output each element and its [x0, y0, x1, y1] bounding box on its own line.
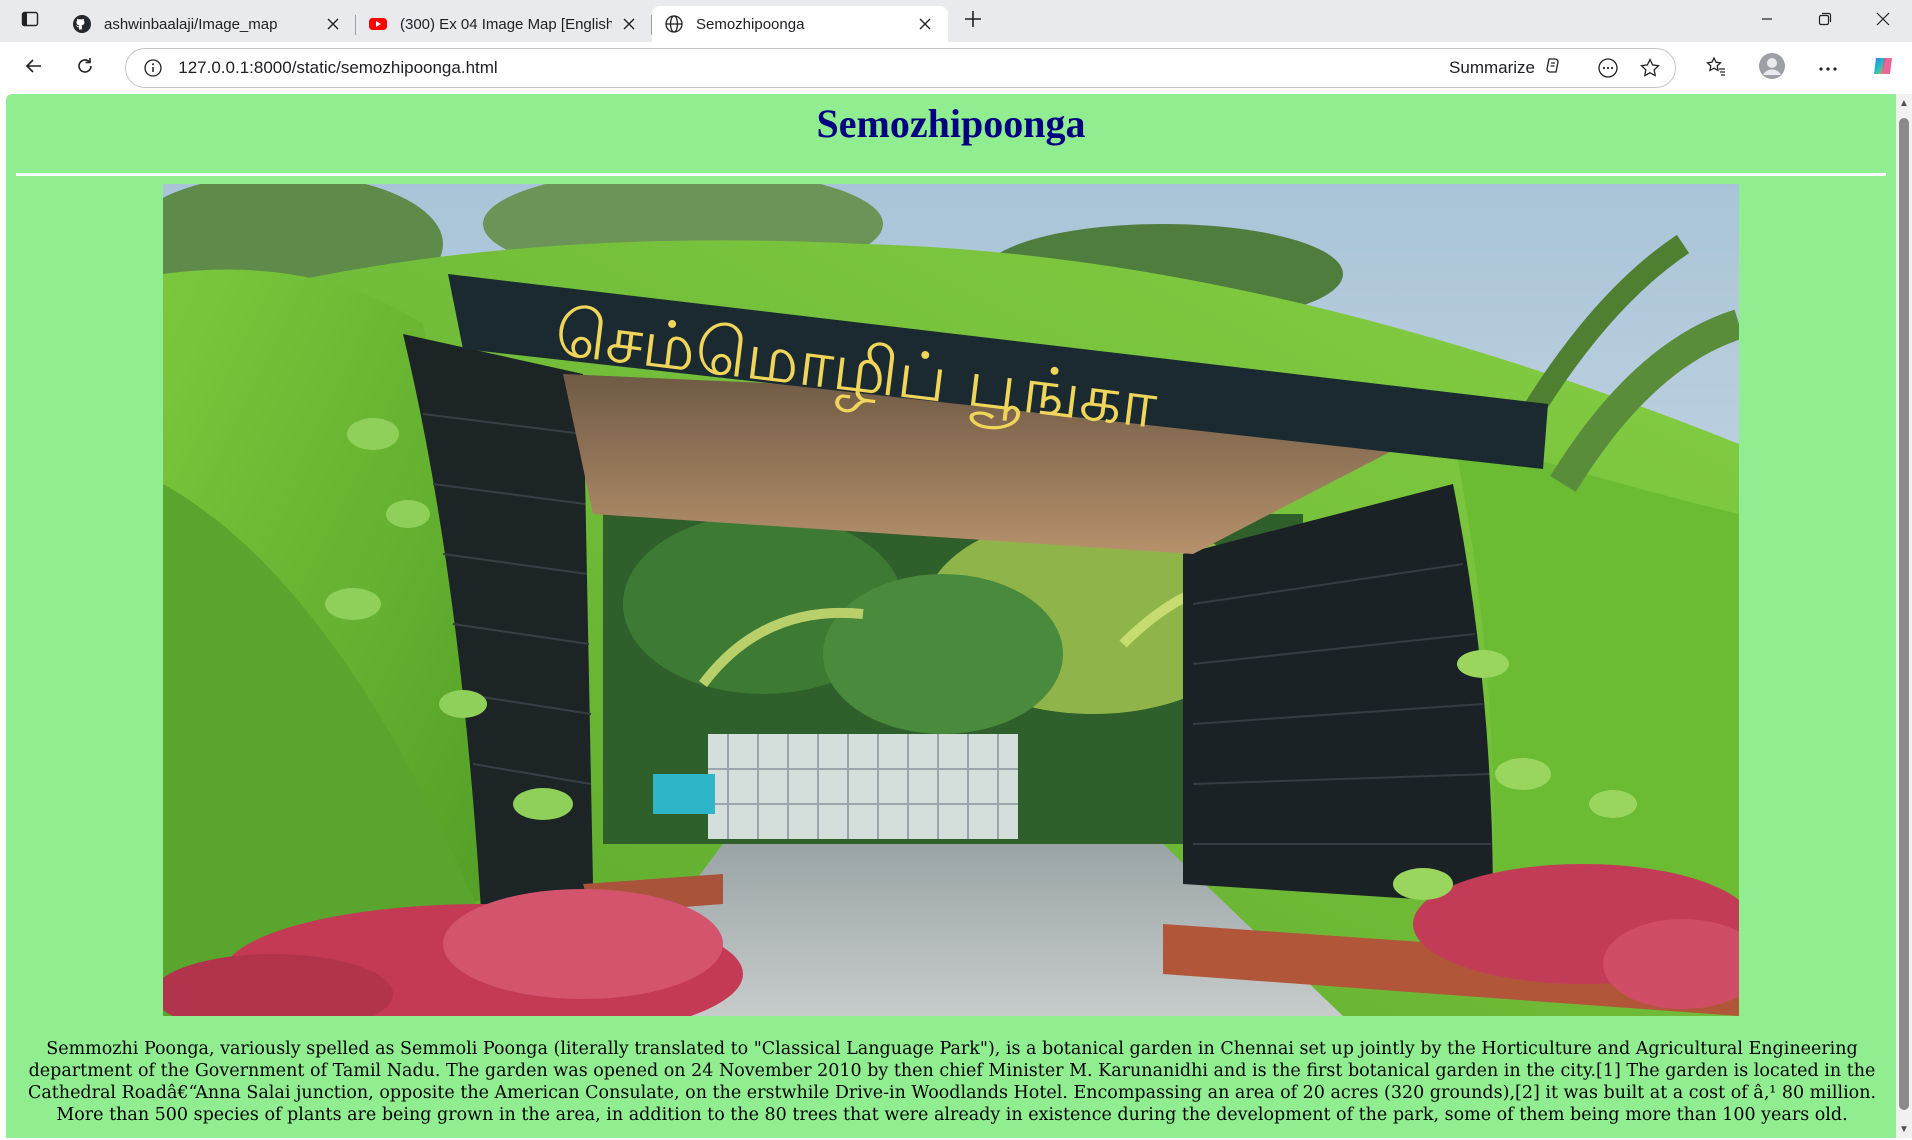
restore-button[interactable]: [1796, 0, 1854, 42]
avatar: [1758, 52, 1786, 85]
close-window-button[interactable]: [1854, 0, 1912, 42]
new-tab-button[interactable]: [948, 0, 998, 42]
minimize-button[interactable]: [1738, 0, 1796, 42]
plus-icon: [964, 10, 982, 33]
tab-strip: ashwinbaalaji/Image_map (300) Ex 04 Imag…: [0, 0, 1912, 42]
tab-actions-button[interactable]: [0, 0, 60, 42]
profile-button[interactable]: [1744, 46, 1800, 90]
back-arrow-icon: [24, 56, 44, 81]
close-tab-icon[interactable]: [914, 13, 936, 35]
close-tab-icon[interactable]: [618, 13, 640, 35]
ellipsis-icon: [1818, 59, 1838, 77]
close-icon: [1876, 12, 1890, 31]
more-tools-circle-icon[interactable]: [1593, 53, 1623, 83]
copilot-icon: [1870, 52, 1898, 85]
globe-icon: [664, 14, 684, 34]
site-info-icon[interactable]: [142, 57, 164, 79]
settings-more-button[interactable]: [1800, 46, 1856, 90]
youtube-icon: [368, 14, 388, 34]
right-toolbar: [1688, 46, 1912, 90]
garden-entrance-photo[interactable]: செம்மொழிப் பூங்கா: [163, 184, 1739, 1016]
sidebar-toggle-icon: [20, 9, 40, 34]
close-tab-icon[interactable]: [322, 13, 344, 35]
summarize-label: Summarize: [1449, 58, 1536, 77]
scroll-up-icon[interactable]: ▲: [1896, 94, 1912, 112]
github-icon: [72, 14, 92, 34]
favorites-button[interactable]: [1688, 46, 1744, 90]
page-viewport: Semozhipoonga செம்மொழிப் பூங்கா Semmozhi…: [6, 94, 1896, 1138]
page-title: Semozhipoonga: [816, 101, 1086, 146]
restore-icon: [1818, 12, 1832, 31]
browser-toolbar: 127.0.0.1:8000/static/semozhipoonga.html…: [0, 42, 1912, 94]
description-paragraph: Semmozhi Poonga, variously spelled as Se…: [27, 1039, 1877, 1125]
address-bar[interactable]: 127.0.0.1:8000/static/semozhipoonga.html…: [125, 48, 1677, 88]
tab-title: ashwinbaalaji/Image_map: [104, 15, 278, 33]
copilot-button[interactable]: [1856, 46, 1912, 90]
refresh-button[interactable]: [60, 42, 112, 94]
tab-title: Semozhipoonga: [696, 15, 805, 33]
scroll-down-icon[interactable]: ▼: [1896, 1120, 1912, 1138]
window-controls: [1738, 0, 1912, 42]
refresh-icon: [75, 56, 95, 81]
scrollbar-thumb[interactable]: [1899, 118, 1909, 1110]
page-scrollbar[interactable]: ▲ ▼: [1896, 94, 1912, 1138]
favorite-star-icon[interactable]: [1635, 53, 1665, 83]
summarize-button[interactable]: Summarize: [1449, 56, 1563, 81]
tab-github[interactable]: ashwinbaalaji/Image_map: [60, 6, 356, 42]
favorites-list-icon: [1705, 55, 1727, 82]
minimize-icon: [1761, 12, 1773, 30]
copilot-summarize-icon: [1543, 56, 1563, 81]
tab-youtube[interactable]: (300) Ex 04 Image Map [English V: [356, 6, 652, 42]
tab-semozhipoonga[interactable]: Semozhipoonga: [652, 6, 948, 42]
horizontal-rule: [16, 173, 1886, 176]
back-button[interactable]: [8, 42, 60, 94]
url-text[interactable]: 127.0.0.1:8000/static/semozhipoonga.html: [178, 58, 1449, 78]
tab-title: (300) Ex 04 Image Map [English V: [400, 15, 612, 33]
